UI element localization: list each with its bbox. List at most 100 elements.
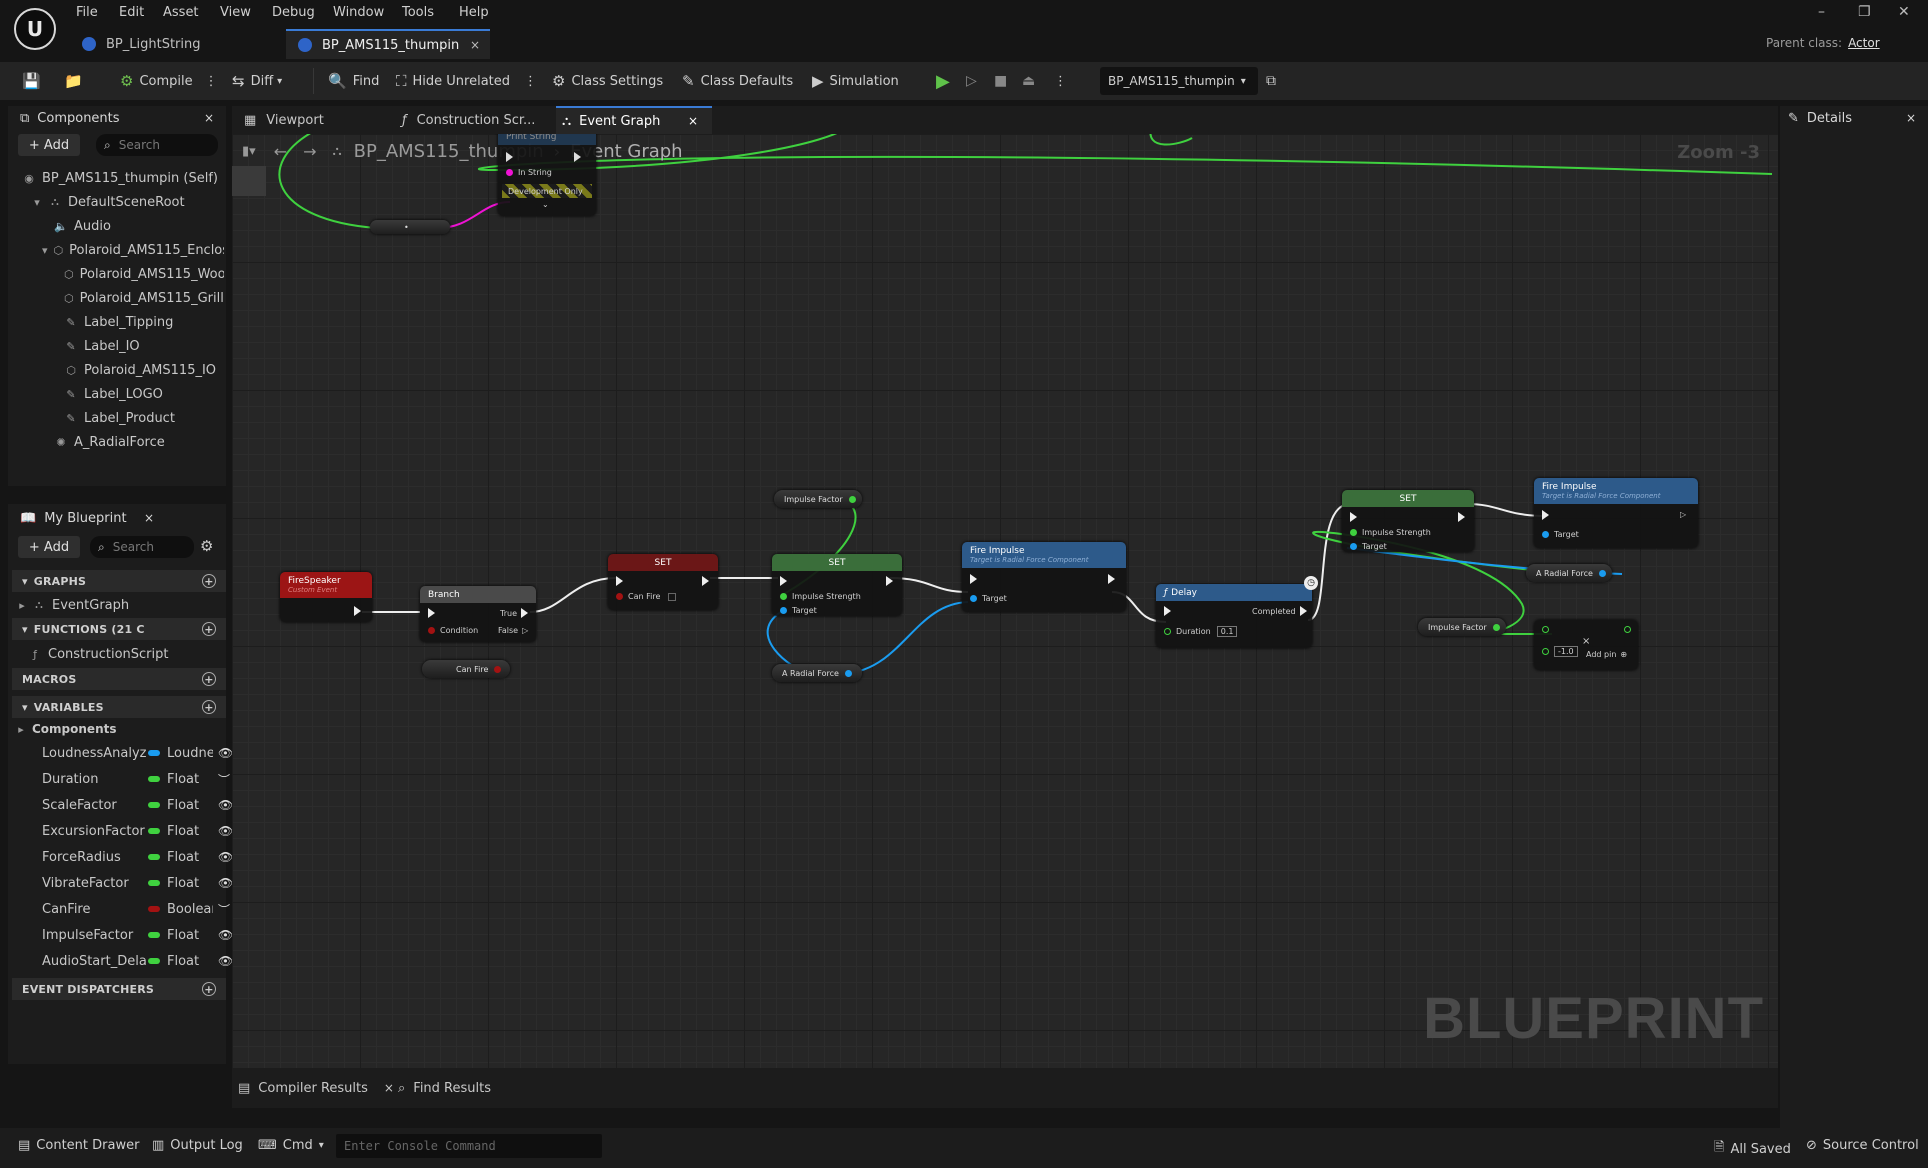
event-graph-canvas[interactable]: ▮▾ ← → ⛬ BP_AMS115_thumpin › Event Graph… (232, 134, 1778, 1068)
exec-out-pin[interactable] (702, 576, 715, 586)
in-string-pin[interactable]: In String (506, 168, 552, 177)
reroute-node[interactable]: • (370, 220, 450, 234)
node-fire-impulse[interactable]: Fire Impulse Target is Radial Force Comp… (962, 542, 1126, 612)
visibility-eye-icon[interactable]: 👁 (218, 876, 233, 890)
multiply-input-a[interactable] (1542, 626, 1554, 633)
tree-item-label-product[interactable]: ✎ Label_Product (12, 406, 224, 430)
variable-type[interactable]: Float (167, 954, 213, 969)
step-icon[interactable]: ▷ (966, 62, 977, 100)
close-window-button[interactable]: ✕ (1898, 4, 1910, 20)
add-graph-icon[interactable]: + (202, 574, 216, 588)
tree-item-audio[interactable]: 🔈 Audio (12, 214, 224, 238)
can-fire-pin[interactable]: Can Fire (616, 592, 677, 601)
node-multiply[interactable]: × -1.0 Add pin ⊕ (1534, 620, 1638, 670)
tab-event-graph[interactable]: ⛬ Event Graph × (556, 106, 712, 134)
exec-in-pin[interactable] (616, 576, 629, 586)
impulse-strength-pin[interactable]: Impulse Strength (1350, 528, 1431, 537)
functions-section-header[interactable]: ▾ FUNCTIONS (21 C + (12, 618, 226, 640)
my-blueprint-search-input[interactable]: ⌕ Search (90, 536, 194, 558)
tree-item-io[interactable]: ⬡ Polaroid_AMS115_IO (12, 358, 224, 382)
tree-item-label-logo[interactable]: ✎ Label_LOGO (12, 382, 224, 406)
variable-item[interactable]: LoudnessAnalyze Loudne 👁 (12, 740, 233, 766)
add-dispatcher-icon[interactable]: + (202, 982, 216, 996)
eject-icon[interactable]: ⏏ (1022, 62, 1035, 100)
menu-window[interactable]: Window (333, 5, 384, 20)
macros-section-header[interactable]: MACROS + (12, 668, 226, 690)
menu-debug[interactable]: Debug (272, 5, 315, 20)
get-impulse-factor-node-2[interactable]: Impulse Factor (1418, 618, 1506, 636)
tree-item-label-io[interactable]: ✎ Label_IO (12, 334, 224, 358)
exec-out-pin[interactable] (1108, 574, 1121, 584)
variable-type[interactable]: Float (167, 772, 213, 787)
play-options-icon[interactable]: ⋮ (1054, 62, 1067, 100)
forward-arrow-icon[interactable]: → (303, 142, 316, 161)
tab-bp-lightstring[interactable]: BP_LightString (70, 29, 280, 59)
variable-type[interactable]: Float (167, 928, 213, 943)
stop-icon[interactable]: ■ (994, 62, 1007, 100)
chevron-down-icon[interactable]: ⌄ (542, 200, 549, 209)
add-macro-icon[interactable]: + (202, 672, 216, 686)
true-pin[interactable]: True (500, 608, 534, 618)
cmd-dropdown[interactable]: ⌨ Cmd ▾ (258, 1138, 324, 1153)
close-panel-icon[interactable]: × (1906, 111, 1916, 125)
class-defaults-button[interactable]: ✎ Class Defaults (682, 62, 793, 100)
output-log-button[interactable]: ▥ Output Log (152, 1138, 243, 1153)
variable-item[interactable]: ExcursionFactor Float 👁 (12, 818, 233, 844)
event-dispatchers-section-header[interactable]: EVENT DISPATCHERS + (12, 978, 226, 1000)
tab-compiler-results[interactable]: ▤ Compiler Results × (238, 1076, 394, 1100)
node-fire-impulse-2[interactable]: Fire Impulse Target is Radial Force Comp… (1534, 478, 1698, 548)
close-panel-icon[interactable]: × (144, 511, 154, 525)
get-impulse-factor-node[interactable]: Impulse Factor (774, 490, 862, 508)
target-pin[interactable]: Target (970, 594, 1007, 603)
variable-type[interactable]: Float (167, 850, 213, 865)
variable-item[interactable]: AudioStart_Delay Float 👁 (12, 948, 233, 974)
browse-icon[interactable]: 📁 (64, 62, 86, 100)
get-can-fire-node[interactable]: Can Fire (422, 660, 510, 678)
exec-in-pin[interactable] (1350, 512, 1363, 522)
variable-item[interactable]: ImpulseFactor Float 👁 (12, 922, 233, 948)
debug-object-select[interactable]: BP_AMS115_thumpin ▾ (1100, 67, 1258, 95)
visibility-eye-icon[interactable]: 👁 (218, 928, 233, 942)
variable-type[interactable]: Boolear (167, 902, 213, 917)
compile-options-icon[interactable]: ⋮ (205, 74, 218, 89)
back-arrow-icon[interactable]: ← (274, 142, 287, 161)
tab-viewport[interactable]: ▦ Viewport (236, 106, 396, 134)
variables-section-header[interactable]: ▾ VARIABLES + (12, 696, 226, 718)
exec-in-pin[interactable] (780, 576, 793, 586)
visibility-eye-icon[interactable]: 👁 (218, 798, 233, 812)
exec-in-pin[interactable] (506, 152, 519, 162)
node-delay[interactable]: ƒ Delay Completed Duration 0.1 (1156, 584, 1312, 648)
visibility-eye-icon[interactable]: ︶ (218, 901, 230, 918)
variable-item[interactable]: Duration Float ︶ (12, 766, 230, 792)
variable-item[interactable]: VibrateFactor Float 👁 (12, 870, 233, 896)
bookmark-icon[interactable]: ▮▾ (242, 144, 256, 159)
minimize-button[interactable]: – (1818, 4, 1825, 20)
exec-out-pin[interactable] (574, 152, 587, 162)
play-button[interactable]: ▶ (936, 62, 950, 100)
menu-file[interactable]: File (76, 5, 98, 20)
close-panel-icon[interactable]: × (204, 111, 214, 125)
tree-item-defaultsceneroot[interactable]: ▾ ⛬ DefaultSceneRoot (12, 190, 224, 214)
class-settings-button[interactable]: ⚙ Class Settings (552, 62, 663, 100)
tab-find-results[interactable]: ⌕ Find Results (398, 1076, 491, 1100)
graph-item-eventgraph[interactable]: ▸ ⛬ EventGraph (12, 592, 226, 618)
node-fire-speaker[interactable]: FireSpeaker Custom Event (280, 572, 372, 622)
source-control-button[interactable]: ⊘ Source Control (1806, 1138, 1919, 1153)
variable-type[interactable]: Float (167, 876, 213, 891)
add-component-button[interactable]: + Add (18, 134, 80, 156)
node-branch[interactable]: Branch True Condition False ▷ (420, 586, 536, 642)
tree-item-radialforce[interactable]: ✺ A_RadialForce (12, 430, 224, 454)
components-search-input[interactable]: ⌕ Search (96, 134, 218, 156)
variable-type[interactable]: Float (167, 798, 213, 813)
variable-item[interactable]: ForceRadius Float 👁 (12, 844, 233, 870)
menu-asset[interactable]: Asset (163, 5, 199, 20)
visibility-eye-icon[interactable]: 👁 (218, 850, 233, 864)
tree-item-woofer[interactable]: ⬡ Polaroid_AMS115_Woof (12, 262, 224, 286)
variable-item[interactable]: ScaleFactor Float 👁 (12, 792, 233, 818)
exec-in-pin[interactable] (428, 608, 441, 618)
unreal-logo-icon[interactable]: U (14, 8, 56, 50)
close-tab-icon[interactable]: × (470, 38, 480, 52)
close-tab-icon[interactable]: × (384, 1081, 394, 1095)
multiply-value-input[interactable]: -1.0 (1554, 646, 1578, 657)
console-input[interactable]: Enter Console Command (336, 1134, 602, 1158)
